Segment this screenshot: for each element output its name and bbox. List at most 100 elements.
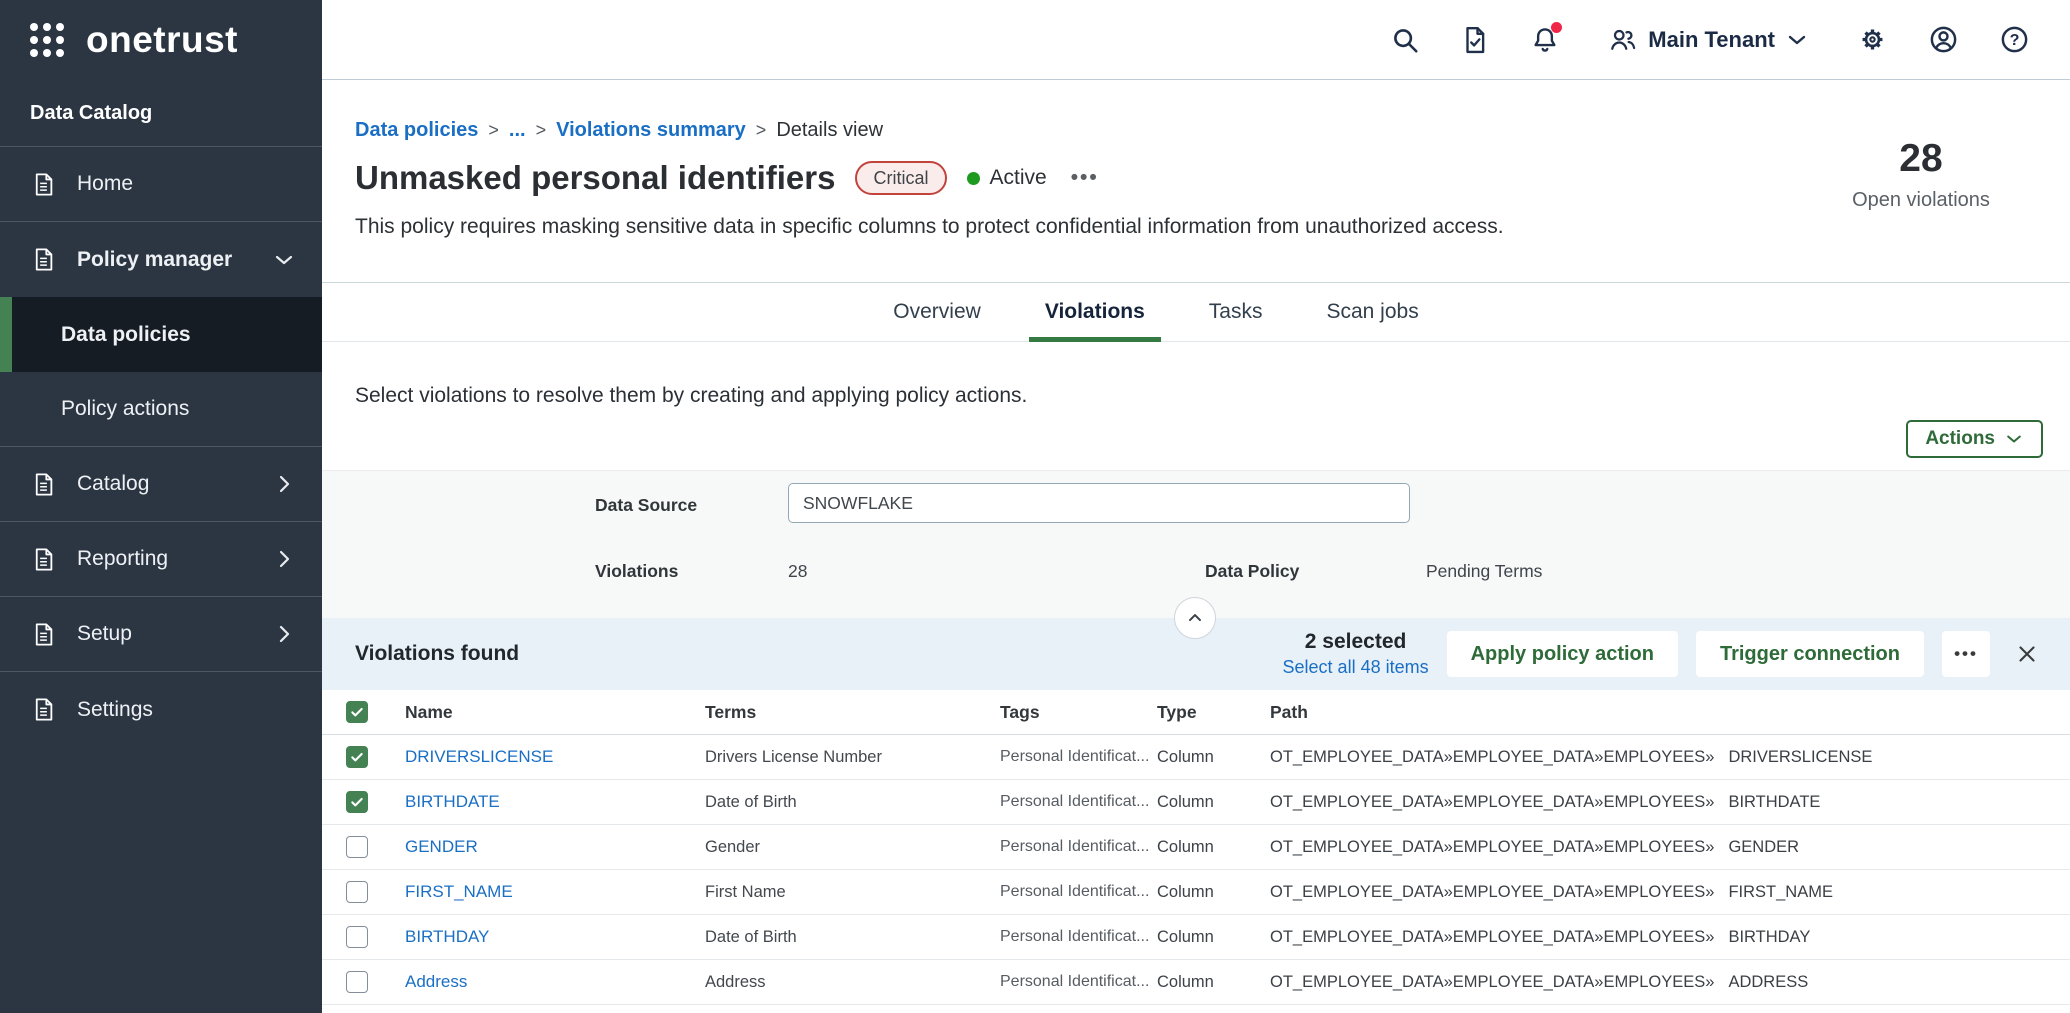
select-all-link[interactable]: Select all 48 items [1283, 657, 1429, 678]
cell-tags: Personal Identificat... [1000, 838, 1157, 856]
violation-name-link[interactable]: BIRTHDAY [405, 927, 705, 947]
breadcrumb-link-data-policies[interactable]: Data policies [355, 118, 478, 142]
page-title: Unmasked personal identifiers [355, 156, 835, 200]
breadcrumb-link-ellipsis[interactable]: ... [509, 118, 526, 142]
trigger-connection-button[interactable]: Trigger connection [1696, 631, 1924, 677]
row-checkbox[interactable] [346, 926, 368, 948]
document-icon [30, 171, 57, 198]
search-icon[interactable] [1390, 25, 1420, 55]
cell-terms: Drivers License Number [705, 748, 1000, 767]
breadcrumb-separator: > [536, 118, 547, 142]
notification-badge-dot [1551, 22, 1562, 33]
path-prefix: OT_EMPLOYEE_DATA»EMPLOYEE_DATA»EMPLOYEES… [1270, 973, 1714, 991]
sidebar-item-label: Reporting [77, 547, 168, 571]
tenant-label: Main Tenant [1648, 27, 1775, 53]
actions-button[interactable]: Actions [1906, 420, 2043, 458]
chevron-right-icon [272, 547, 296, 571]
close-icon[interactable] [2014, 641, 2040, 667]
violation-name-link[interactable]: Address [405, 972, 705, 992]
cell-type: Column [1157, 838, 1270, 857]
violations-found-title: Violations found [355, 642, 519, 666]
active-status-dot-icon [967, 172, 980, 185]
column-header-tags: Tags [1000, 702, 1157, 723]
row-checkbox[interactable] [346, 836, 368, 858]
sidebar-item-label: Home [77, 172, 133, 196]
status-indicator: Active [967, 166, 1047, 190]
title-row: Unmasked personal identifiers Critical A… [355, 156, 2040, 200]
main-area: Main Tenant ? Data policies > ... [322, 0, 2070, 1013]
sidebar-item-reporting[interactable]: Reporting [0, 522, 322, 597]
cell-tags: Personal Identificat... [1000, 748, 1157, 766]
breadcrumb-link-violations-summary[interactable]: Violations summary [556, 118, 746, 142]
settings-gear-icon[interactable] [1857, 24, 1888, 55]
sidebar-item-settings[interactable]: Settings [0, 672, 322, 747]
sidebar-item-label: Policy manager [77, 248, 232, 272]
table-header: Name Terms Tags Type Path [322, 690, 2070, 735]
row-checkbox[interactable] [346, 971, 368, 993]
violation-name-link[interactable]: GENDER [405, 837, 705, 857]
path-leaf: ADDRESS [1728, 973, 1808, 991]
path-prefix: OT_EMPLOYEE_DATA»EMPLOYEE_DATA»EMPLOYEES… [1270, 928, 1714, 946]
open-violations-stat: 28 Open violations [1836, 138, 2006, 212]
account-avatar-icon[interactable] [1928, 24, 1959, 55]
violation-name-link[interactable]: DRIVERSLICENSE [405, 747, 705, 767]
svg-text:?: ? [2010, 31, 2020, 49]
notifications-bell-icon[interactable] [1530, 25, 1560, 55]
table-row: DRIVERSLICENSE Drivers License Number Pe… [322, 735, 2070, 780]
row-checkbox[interactable] [346, 746, 368, 768]
apply-policy-action-button[interactable]: Apply policy action [1447, 631, 1678, 677]
tab-violations[interactable]: Violations [1041, 283, 1149, 341]
chevron-right-icon [272, 472, 296, 496]
cell-terms: Address [705, 973, 1000, 992]
more-actions-button[interactable]: ••• [1942, 631, 1990, 677]
violation-name-link[interactable]: BIRTHDATE [405, 792, 705, 812]
doc-check-icon[interactable] [1460, 25, 1490, 55]
sidebar-item-catalog[interactable]: Catalog [0, 447, 322, 522]
violations-count-value: 28 [788, 561, 807, 582]
check-icon [349, 704, 365, 720]
actions-row: Actions [322, 420, 2070, 458]
sidebar: onetrust Data Catalog Home Policy manage… [0, 0, 322, 1013]
app-window: onetrust Data Catalog Home Policy manage… [0, 0, 2070, 1013]
help-icon[interactable]: ? [1999, 24, 2030, 55]
sidebar-item-setup[interactable]: Setup [0, 597, 322, 672]
table-row: BIRTHDAY Date of Birth Personal Identifi… [322, 915, 2070, 960]
collapse-panel-button[interactable] [1174, 597, 1216, 639]
cell-path: OT_EMPLOYEE_DATA»EMPLOYEE_DATA»EMPLOYEES… [1270, 928, 2070, 947]
logo-text: onetrust [86, 19, 238, 61]
more-menu-icon[interactable]: ••• [1071, 166, 1099, 190]
document-icon [30, 246, 57, 273]
row-checkbox[interactable] [346, 881, 368, 903]
violation-name-link[interactable]: FIRST_NAME [405, 882, 705, 902]
row-checkbox[interactable] [346, 791, 368, 813]
data-policy-label: Data Policy [1205, 561, 1299, 582]
tab-overview[interactable]: Overview [889, 283, 985, 341]
cell-terms: Date of Birth [705, 928, 1000, 947]
column-header-path: Path [1270, 702, 2070, 723]
sidebar-item-label: Catalog [77, 472, 149, 496]
path-leaf: FIRST_NAME [1728, 883, 1833, 901]
sidebar-item-home[interactable]: Home [0, 147, 322, 222]
table-row: FIRST_NAME First Name Personal Identific… [322, 870, 2070, 915]
data-source-input[interactable] [788, 483, 1410, 523]
sidebar-item-policy-actions[interactable]: Policy actions [0, 372, 322, 447]
breadcrumb-separator: > [488, 118, 499, 142]
product-label: Data Catalog [0, 80, 322, 147]
stat-label: Open violations [1836, 189, 2006, 212]
column-header-name: Name [405, 702, 705, 723]
tab-scan-jobs[interactable]: Scan jobs [1322, 283, 1422, 341]
data-policy-value: Pending Terms [1426, 561, 1542, 582]
tenant-people-icon [1608, 25, 1638, 55]
policy-description: This policy requires masking sensitive d… [355, 214, 2040, 240]
document-icon [30, 546, 57, 573]
tab-tasks[interactable]: Tasks [1205, 283, 1267, 341]
path-prefix: OT_EMPLOYEE_DATA»EMPLOYEE_DATA»EMPLOYEES… [1270, 748, 1714, 766]
sidebar-item-policy-manager[interactable]: Policy manager [0, 222, 322, 297]
stat-value: 28 [1836, 138, 2006, 181]
select-all-checkbox[interactable] [346, 701, 368, 723]
tenant-switcher[interactable]: Main Tenant [1608, 25, 1809, 55]
cell-path: OT_EMPLOYEE_DATA»EMPLOYEE_DATA»EMPLOYEES… [1270, 748, 2070, 767]
path-prefix: OT_EMPLOYEE_DATA»EMPLOYEE_DATA»EMPLOYEES… [1270, 793, 1714, 811]
sidebar-item-data-policies[interactable]: Data policies [0, 297, 322, 372]
path-prefix: OT_EMPLOYEE_DATA»EMPLOYEE_DATA»EMPLOYEES… [1270, 838, 1714, 856]
